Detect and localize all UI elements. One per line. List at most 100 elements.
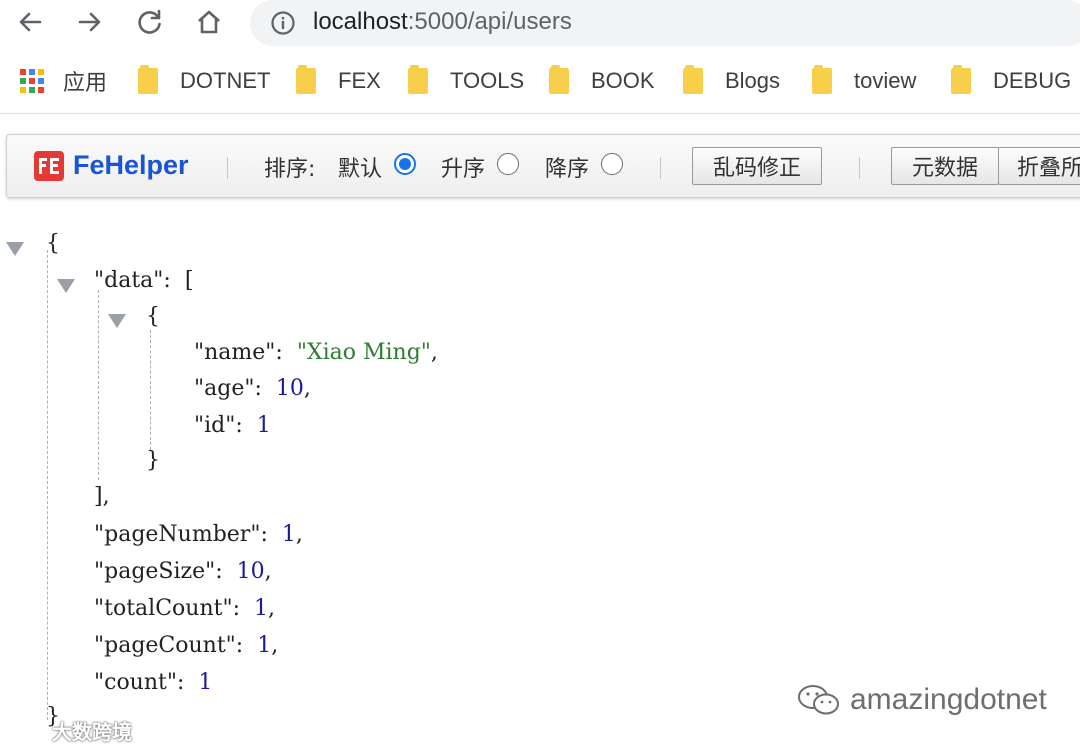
toolbar-separator bbox=[660, 157, 661, 179]
sort-label: 排序: bbox=[264, 157, 316, 182]
json-row-pagesize: "pageSize": 10, bbox=[94, 557, 272, 587]
collapse-toggle-icon[interactable] bbox=[57, 279, 75, 293]
json-key: "pageCount" bbox=[94, 633, 236, 658]
forward-arrow-icon bbox=[78, 12, 101, 32]
json-number-value: 1 bbox=[256, 413, 271, 438]
json-row-count: "count": 1 bbox=[94, 668, 212, 698]
back-button[interactable] bbox=[14, 6, 46, 38]
sort-default-label[interactable]: 默认 bbox=[338, 151, 382, 183]
toolbar-separator bbox=[859, 157, 860, 179]
folder-icon bbox=[812, 65, 832, 94]
json-open-brace: { bbox=[46, 231, 60, 256]
json-colon: : bbox=[163, 268, 185, 293]
bookmark-debug[interactable]: DEBUG bbox=[951, 58, 1071, 104]
bookmark-dotnet[interactable]: DOTNET bbox=[138, 58, 270, 104]
collapse-all-button[interactable]: 折叠所 bbox=[998, 147, 1080, 185]
json-key: "totalCount" bbox=[94, 596, 233, 621]
json-colon: : bbox=[176, 670, 199, 695]
watermark-text: 大数跨境 bbox=[52, 722, 132, 744]
bookmark-label: TOOLS bbox=[450, 68, 525, 93]
json-number-value: 1 bbox=[253, 596, 268, 621]
json-row-pagenumber: "pageNumber": 1, bbox=[94, 520, 303, 550]
home-button[interactable] bbox=[193, 6, 225, 38]
bookmark-book[interactable]: BOOK bbox=[549, 58, 655, 104]
json-item-open: { bbox=[146, 304, 160, 329]
json-row-pagecount: "pageCount": 1, bbox=[94, 631, 278, 661]
json-key: "count" bbox=[94, 670, 177, 695]
indent-guide bbox=[98, 290, 99, 480]
bookmark-label: BOOK bbox=[591, 68, 655, 93]
json-key: "data" bbox=[94, 268, 164, 293]
chrome-divider bbox=[0, 113, 1080, 114]
bookmark-label: DEBUG bbox=[993, 68, 1072, 93]
bookmark-toview[interactable]: toview bbox=[812, 58, 916, 104]
browser-toolbar: localhost:5000/api/users bbox=[0, 0, 1080, 46]
watermark-text: amazingdotnet bbox=[850, 683, 1047, 716]
json-string-value: "Xiao Ming" bbox=[296, 340, 431, 365]
json-number-value: 10 bbox=[236, 559, 265, 584]
folder-icon bbox=[138, 65, 158, 94]
json-row-totalcount: "totalCount": 1, bbox=[94, 594, 275, 624]
fix-encoding-button[interactable]: 乱码修正 bbox=[692, 147, 822, 185]
json-comma: , bbox=[267, 596, 275, 621]
home-icon bbox=[198, 10, 220, 34]
json-row-id: "id": 1 bbox=[194, 411, 271, 441]
info-icon[interactable] bbox=[270, 10, 296, 36]
watermark-wechat: amazingdotnet bbox=[796, 682, 1047, 718]
sort-asc-label[interactable]: 升序 bbox=[441, 151, 485, 183]
json-colon: : bbox=[254, 376, 276, 401]
bookmark-apps[interactable]: 应用 bbox=[20, 58, 107, 104]
bookmark-tools[interactable]: TOOLS bbox=[408, 58, 524, 104]
json-colon: : bbox=[215, 559, 237, 584]
bookmark-fex[interactable]: FEX bbox=[296, 58, 381, 104]
fehelper-brand: FeHelper bbox=[73, 150, 189, 180]
json-colon: : bbox=[275, 340, 297, 365]
json-key: "pageSize" bbox=[94, 559, 216, 584]
json-key: "age" bbox=[194, 376, 255, 401]
json-colon: : bbox=[235, 633, 258, 658]
bookmark-label: DOTNET bbox=[180, 68, 271, 93]
json-row-name: "name": "Xiao Ming", bbox=[194, 338, 438, 368]
folder-icon bbox=[951, 65, 971, 94]
address-bar[interactable]: localhost:5000/api/users bbox=[250, 0, 1080, 46]
sort-desc-label[interactable]: 降序 bbox=[545, 151, 589, 183]
json-number-value: 1 bbox=[281, 522, 296, 547]
json-number-value: 1 bbox=[198, 670, 213, 695]
sort-desc-radio[interactable] bbox=[601, 153, 623, 175]
raw-data-button[interactable]: 元数据 bbox=[891, 147, 999, 185]
collapse-toggle-icon[interactable] bbox=[108, 314, 126, 328]
watermark-source: 大数跨境 bbox=[8, 716, 132, 745]
json-number-value: 1 bbox=[257, 633, 272, 658]
url-host: localhost bbox=[313, 8, 408, 35]
fehelper-logo-icon bbox=[34, 151, 64, 181]
json-colon: : bbox=[260, 522, 282, 547]
collapse-toggle-icon[interactable] bbox=[6, 242, 24, 256]
reload-button[interactable] bbox=[134, 6, 166, 38]
sort-default-radio[interactable] bbox=[394, 153, 416, 175]
fehelper-toolbar: FeHelper 排序: 默认 升序 降序 乱码修正 元数据 折叠所 bbox=[6, 134, 1080, 198]
weibo-icon bbox=[8, 719, 44, 742]
bookmarks-bar: 应用 DOTNET FEX TOOLS BOOK Blogs toview DE… bbox=[0, 58, 1080, 104]
url-path: :5000/api/users bbox=[407, 8, 572, 35]
json-item-close: } bbox=[146, 448, 160, 473]
json-key: "name" bbox=[194, 340, 276, 365]
bookmark-label: FEX bbox=[338, 68, 381, 93]
folder-icon bbox=[683, 65, 703, 94]
folder-icon bbox=[549, 65, 569, 94]
json-comma: , bbox=[295, 522, 303, 547]
folder-icon bbox=[408, 65, 428, 94]
reload-icon bbox=[138, 9, 161, 34]
json-number-value: 10 bbox=[275, 376, 304, 401]
toolbar-separator bbox=[227, 157, 228, 179]
bookmark-label: 应用 bbox=[63, 70, 108, 95]
json-row-data: "data": [ bbox=[94, 266, 193, 296]
forward-button[interactable] bbox=[74, 6, 106, 38]
sort-asc-radio[interactable] bbox=[497, 153, 519, 175]
json-colon: : bbox=[232, 596, 254, 621]
json-comma: , bbox=[303, 376, 311, 401]
apps-grid-icon bbox=[20, 69, 44, 93]
indent-guide bbox=[47, 250, 48, 720]
url-text: localhost:5000/api/users bbox=[313, 6, 572, 38]
bookmark-blogs[interactable]: Blogs bbox=[683, 58, 780, 104]
json-key: "pageNumber" bbox=[94, 522, 261, 547]
